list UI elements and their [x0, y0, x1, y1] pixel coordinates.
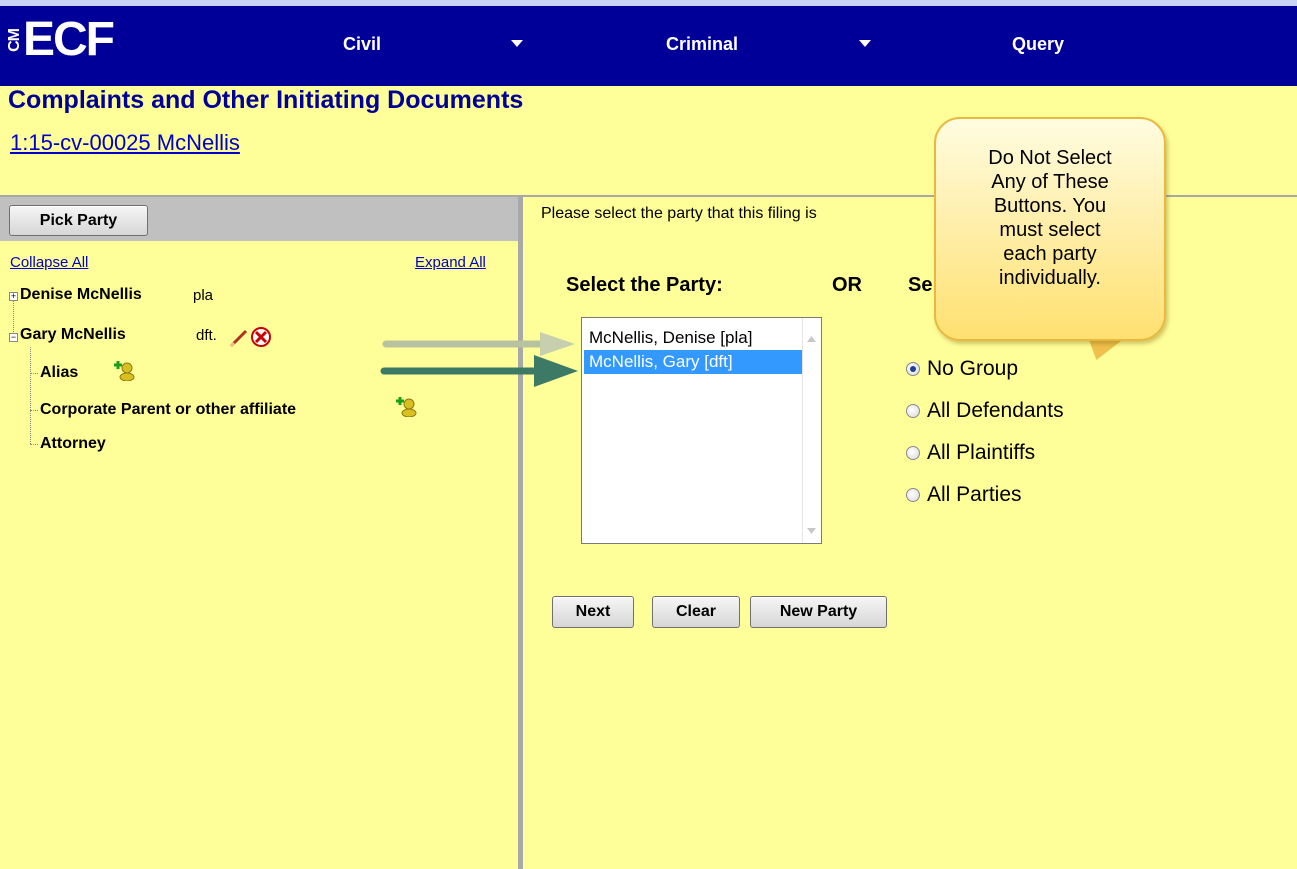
group-option-all-defendants[interactable]: All Defendants — [906, 399, 1064, 423]
criminal-dropdown-icon[interactable] — [859, 40, 871, 47]
tree-attorney-item[interactable]: Attorney — [40, 435, 106, 453]
add-person-icon[interactable] — [113, 359, 135, 381]
listbox-scrollbar[interactable] — [802, 318, 821, 543]
tree-party-role: dft. — [196, 327, 217, 344]
page-title: Complaints and Other Initiating Document… — [8, 86, 524, 114]
party-listbox[interactable]: McNellis, Denise [pla] McNellis, Gary [d… — [581, 317, 822, 544]
radio-icon[interactable] — [906, 362, 920, 376]
instruction-text: Please select the party that this filing… — [541, 205, 817, 222]
edit-pencil-icon[interactable] — [228, 327, 250, 349]
callout-line: Buttons. You — [993, 195, 1107, 217]
expand-icon[interactable]: + — [9, 292, 18, 301]
tree-alias-item[interactable]: Alias — [40, 364, 78, 382]
nav-civil[interactable]: Civil — [343, 34, 381, 55]
tree-party-name[interactable]: Gary McNellis — [20, 326, 126, 344]
radio-icon[interactable] — [906, 446, 920, 460]
or-label: OR — [832, 274, 862, 296]
group-option-no-group[interactable]: No Group — [906, 357, 1018, 381]
tree-connector — [30, 410, 38, 411]
radio-icon[interactable] — [906, 404, 920, 418]
collapse-icon[interactable]: − — [9, 333, 18, 342]
callout-line: Do Not Select — [988, 147, 1112, 169]
pick-party-button[interactable]: Pick Party — [9, 205, 148, 236]
party-tree-panel: Pick Party Collapse All Expand All + Den… — [0, 197, 518, 869]
nav-criminal[interactable]: Criminal — [666, 34, 738, 55]
tree-party-role: pla — [193, 287, 214, 304]
collapse-all-link[interactable]: Collapse All — [10, 254, 88, 271]
callout-line: individually. — [999, 267, 1101, 289]
scroll-up-icon[interactable] — [807, 336, 816, 342]
logo-ecf-text: ECF — [23, 13, 115, 66]
cmecf-logo[interactable]: CM ECF — [6, 12, 115, 68]
radio-label: All Parties — [927, 483, 1022, 506]
clear-button[interactable]: Clear — [652, 596, 740, 628]
logo-cm-text: CM — [6, 28, 23, 52]
delete-x-icon[interactable] — [250, 326, 272, 348]
select-group-heading: Se — [908, 274, 933, 296]
tree-connector — [30, 347, 31, 444]
radio-icon[interactable] — [906, 488, 920, 502]
tree-corporate-parent-item[interactable]: Corporate Parent or other affiliate — [40, 401, 296, 419]
pointer-arrow-icon — [380, 332, 578, 387]
group-option-all-parties[interactable]: All Parties — [906, 483, 1022, 507]
radio-label: All Defendants — [927, 399, 1064, 422]
tree-connector — [30, 444, 38, 445]
tree-connector — [30, 373, 38, 374]
callout-line: Any of These — [991, 171, 1109, 193]
party-list-option-selected[interactable]: McNellis, Gary [dft] — [584, 350, 802, 374]
add-person-icon[interactable] — [395, 395, 417, 417]
nav-bar: CM ECF Civil Criminal Query — [0, 6, 1297, 86]
party-list-option[interactable]: McNellis, Denise [pla] — [584, 326, 802, 350]
new-party-button[interactable]: New Party — [750, 596, 887, 628]
callout-line: must select — [999, 219, 1101, 241]
nav-query[interactable]: Query — [1012, 34, 1064, 55]
next-button[interactable]: Next — [552, 596, 634, 628]
callout-line: each party — [1003, 243, 1097, 265]
radio-label: No Group — [927, 357, 1019, 380]
expand-all-link[interactable]: Expand All — [415, 254, 486, 271]
radio-label: All Plaintiffs — [927, 441, 1036, 464]
case-number-link[interactable]: 1:15-cv-00025 McNellis — [10, 130, 240, 156]
tree-party-name[interactable]: Denise McNellis — [20, 286, 142, 304]
callout-text: Do Not Select Any of These Buttons. You … — [944, 146, 1156, 290]
select-party-heading: Select the Party: — [566, 274, 723, 296]
panel-splitter[interactable] — [518, 197, 523, 869]
civil-dropdown-icon[interactable] — [511, 40, 523, 47]
scroll-down-icon[interactable] — [807, 528, 816, 534]
group-option-all-plaintiffs[interactable]: All Plaintiffs — [906, 441, 1035, 465]
